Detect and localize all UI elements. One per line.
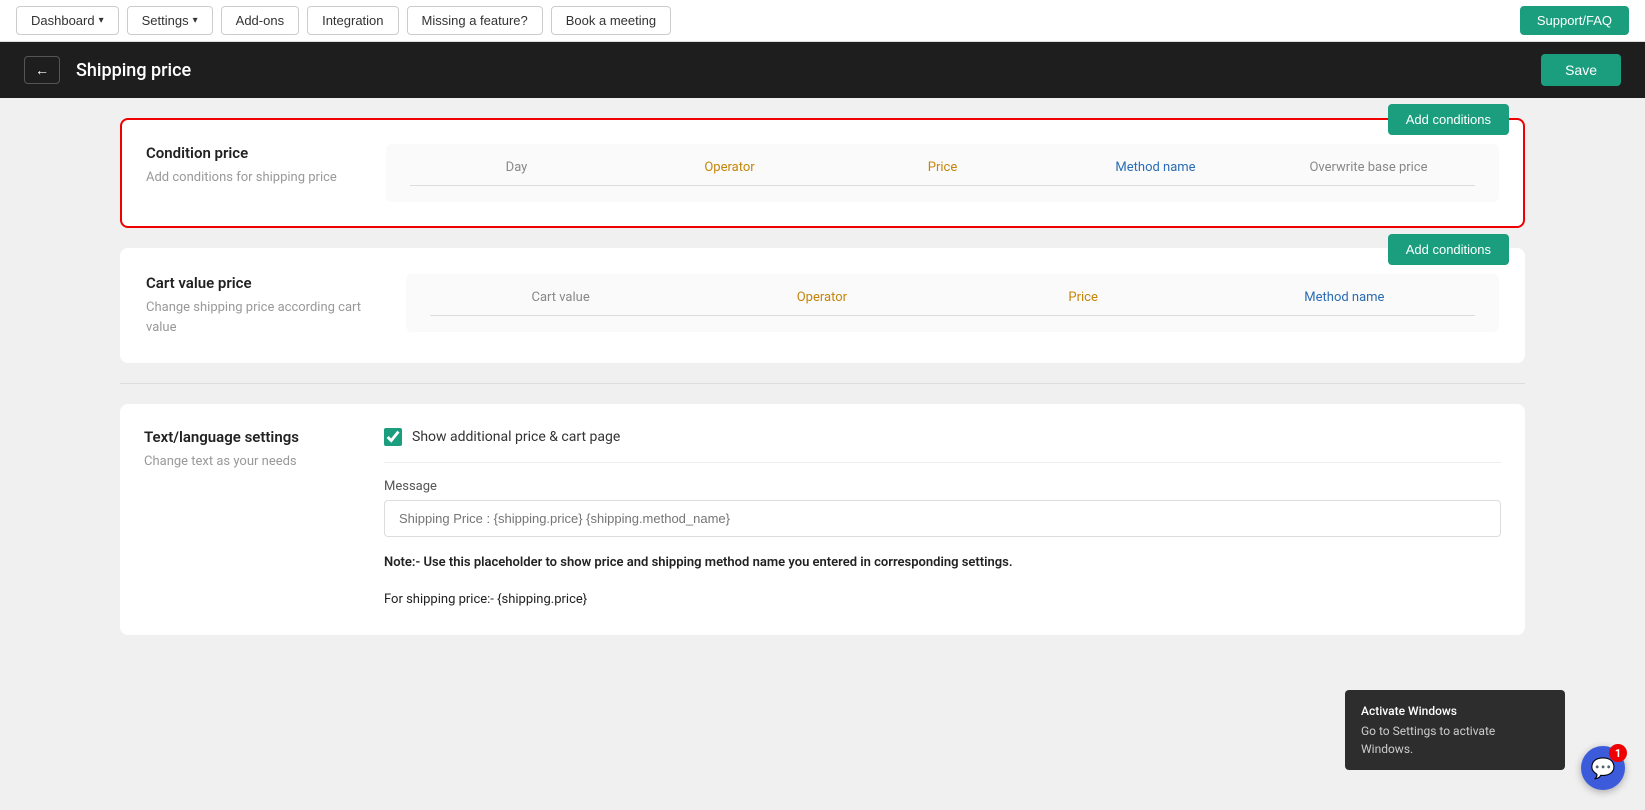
condition-price-table: Day Operator Price Method name Overwrite… [386,144,1499,202]
text-language-left: Text/language settings Change text as yo… [144,428,344,472]
support-faq-btn[interactable]: Support/FAQ [1520,6,1629,35]
cart-value-price-left: Cart value price Change shipping price a… [146,274,366,337]
condition-price-wrapper: Add conditions Condition price Add condi… [120,118,1525,228]
header-bar: ← Shipping price Save [0,42,1645,98]
cart-value-price-table: Cart value Operator Price Method name [406,274,1499,332]
chat-badge: 1 [1609,744,1627,762]
text-language-label: Text/language settings [144,428,344,446]
col-cart-operator: Operator [691,290,952,305]
missing-feature-btn[interactable]: Missing a feature? [407,6,543,35]
integration-btn[interactable]: Integration [307,6,398,35]
chat-bubble[interactable]: 💬 1 [1581,746,1625,790]
missing-feature-label: Missing a feature? [422,13,528,28]
back-button[interactable]: ← [24,56,60,84]
dashboard-label: Dashboard [31,13,95,28]
col-operator: Operator [623,160,836,175]
book-meeting-label: Book a meeting [566,13,656,28]
settings-label: Settings [142,13,189,28]
text-language-desc: Change text as your needs [144,452,344,472]
cart-value-price-label: Cart value price [146,274,366,292]
dashboard-chevron-icon: ▾ [99,15,104,26]
cart-value-price-desc: Change shipping price according cart val… [146,298,366,337]
col-day: Day [410,160,623,175]
note-text: Note:- Use this placeholder to show pric… [384,553,1501,574]
windows-overlay: Activate Windows Go to Settings to activ… [1345,690,1565,770]
settings-btn[interactable]: Settings ▾ [127,6,213,35]
condition-price-card: Condition price Add conditions for shipp… [120,118,1525,228]
message-label: Message [384,479,1501,494]
addons-label: Add-ons [236,13,284,28]
top-nav: Dashboard ▾ Settings ▾ Add-ons Integrati… [0,0,1645,42]
settings-chevron-icon: ▾ [193,15,198,26]
col-overwrite: Overwrite base price [1262,160,1475,175]
for-shipping-price-text: For shipping price:- {shipping.price} [384,590,1501,611]
col-cart-value: Cart value [430,290,691,305]
page-title: Shipping price [76,60,1525,81]
condition-price-label: Condition price [146,144,346,162]
cart-value-price-wrapper: Add conditions Cart value price Change s… [120,248,1525,363]
show-price-row: Show additional price & cart page [384,428,1501,463]
note-bold: Note:- Use this placeholder to show pric… [384,555,1013,570]
condition-price-table-header: Day Operator Price Method name Overwrite… [410,160,1475,186]
section-divider [120,383,1525,384]
dashboard-btn[interactable]: Dashboard ▾ [16,6,119,35]
col-price: Price [836,160,1049,175]
message-form-group: Message [384,479,1501,537]
show-price-checkbox[interactable] [384,428,402,446]
addons-btn[interactable]: Add-ons [221,6,299,35]
cart-value-table-header: Cart value Operator Price Method name [430,290,1475,316]
message-input[interactable] [384,500,1501,537]
back-icon: ← [35,62,49,78]
condition-price-left: Condition price Add conditions for shipp… [146,144,346,188]
col-cart-price: Price [953,290,1214,305]
windows-text: Go to Settings to activate Windows. [1361,722,1549,758]
condition-price-desc: Add conditions for shipping price [146,168,346,188]
col-cart-method-name: Method name [1214,290,1475,305]
text-language-section: Text/language settings Change text as yo… [120,404,1525,635]
save-button[interactable]: Save [1541,54,1621,86]
book-meeting-btn[interactable]: Book a meeting [551,6,671,35]
text-language-right: Show additional price & cart page Messag… [384,428,1501,611]
add-conditions-btn-2[interactable]: Add conditions [1388,234,1509,265]
add-conditions-btn-1[interactable]: Add conditions [1388,104,1509,135]
cart-value-price-card: Cart value price Change shipping price a… [120,248,1525,363]
show-price-label: Show additional price & cart page [412,429,620,445]
support-faq-label: Support/FAQ [1537,13,1612,28]
integration-label: Integration [322,13,383,28]
col-method-name: Method name [1049,160,1262,175]
windows-title: Activate Windows [1361,702,1549,720]
